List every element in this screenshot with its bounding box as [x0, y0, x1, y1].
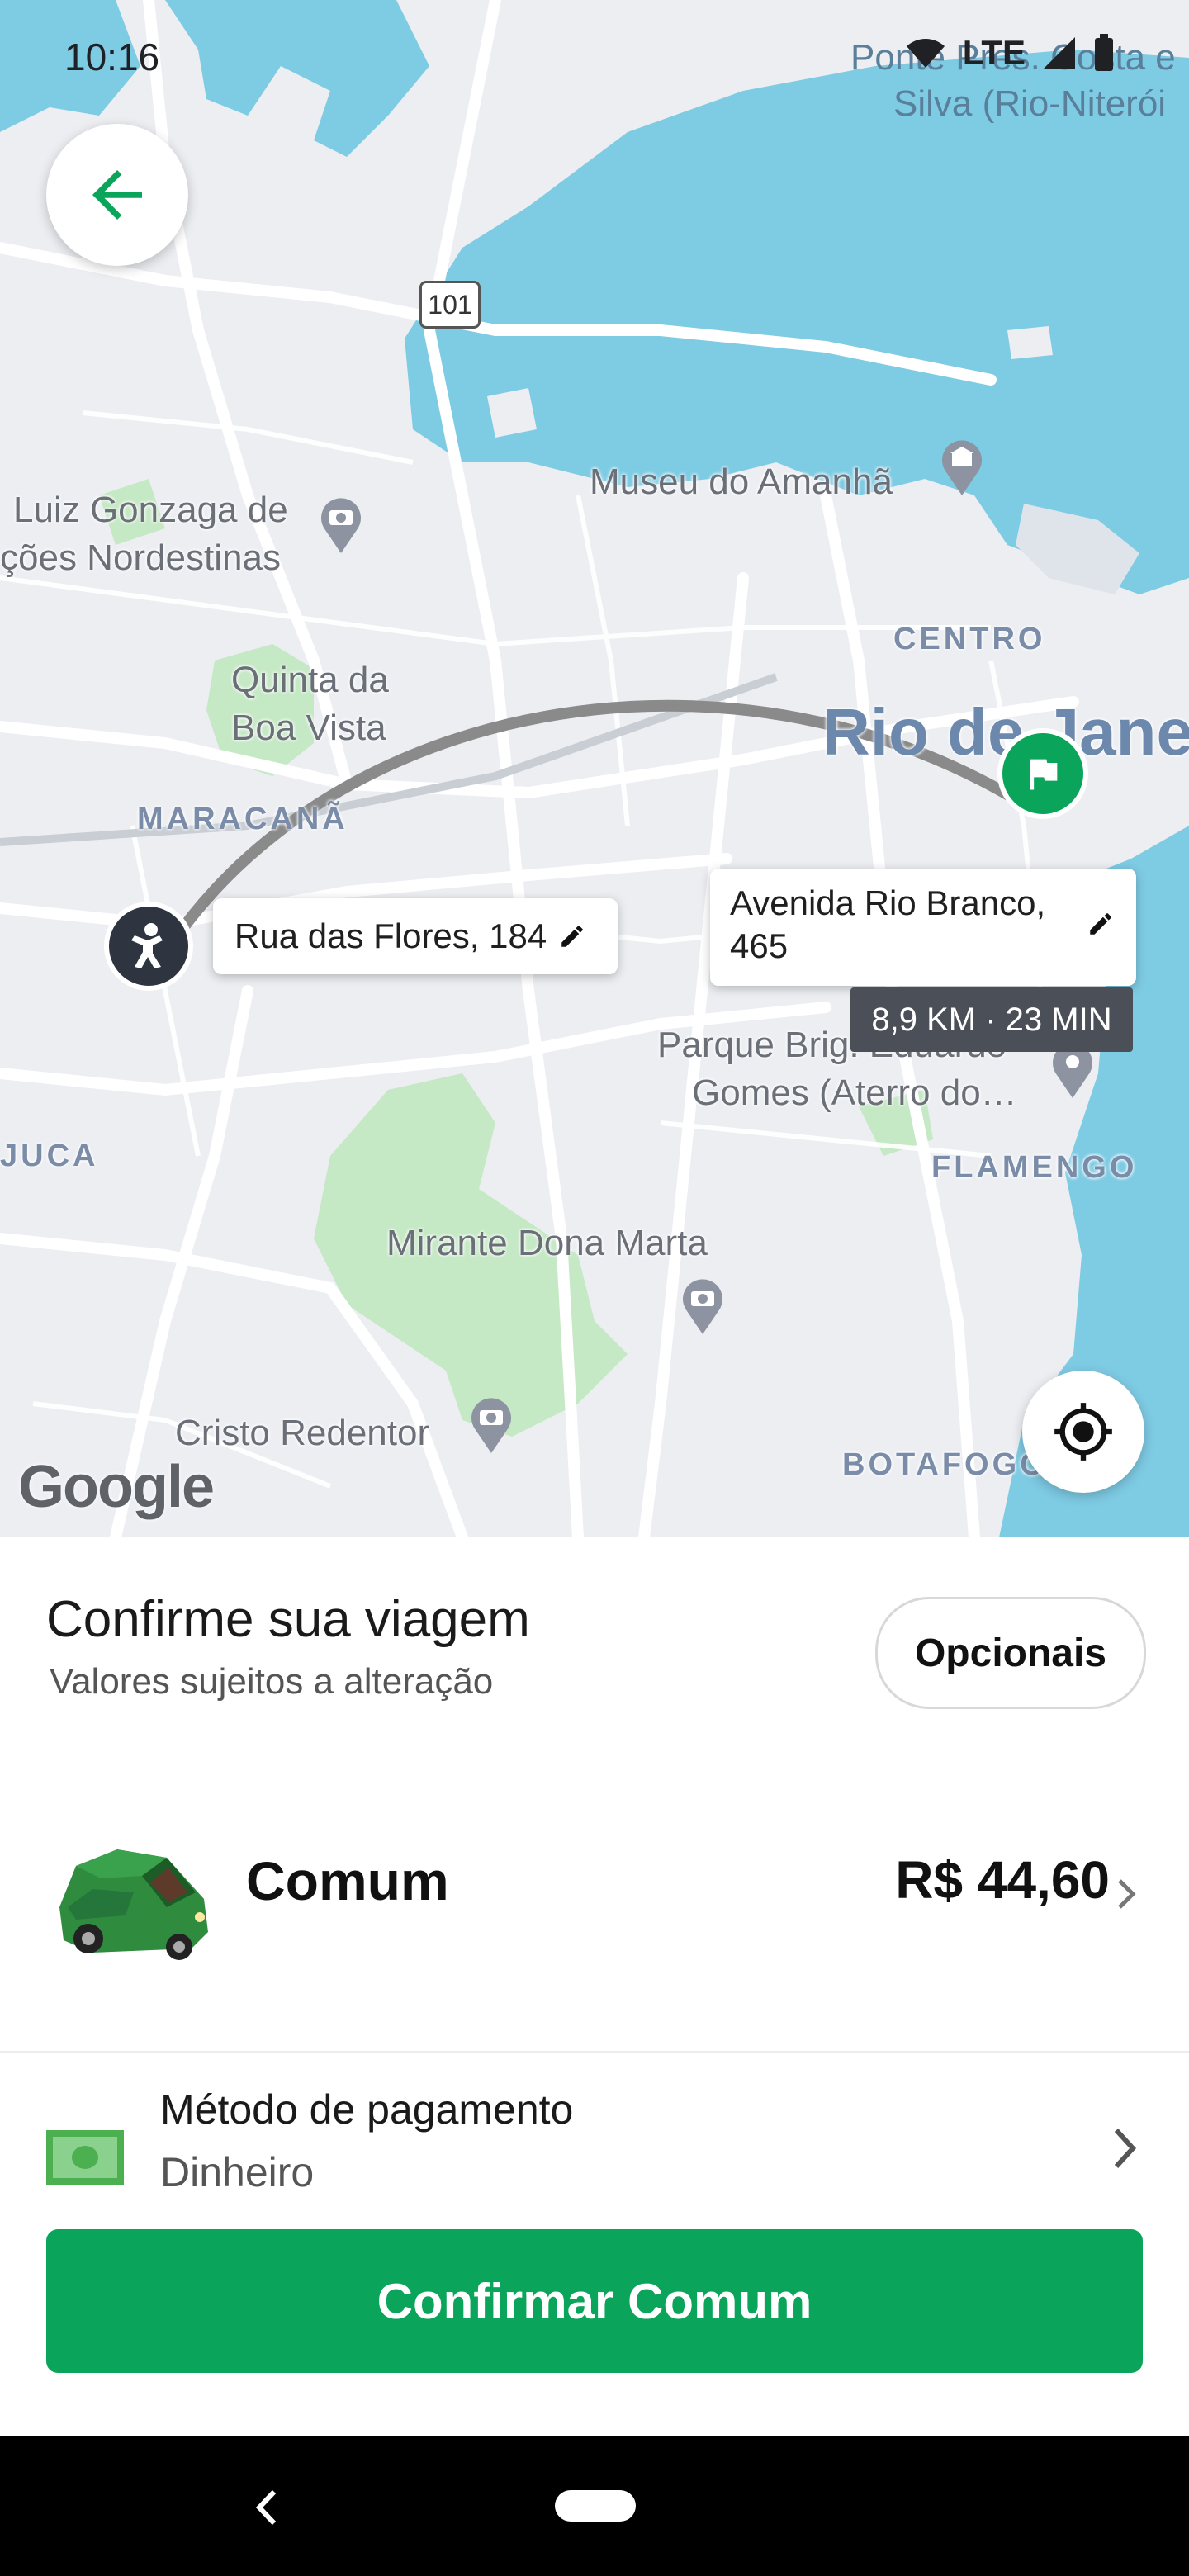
wifi-icon — [906, 39, 945, 68]
payment-method-value: Dinheiro — [160, 2149, 315, 2195]
map-label-juca: JUCA — [0, 1139, 99, 1173]
flag-icon — [1030, 759, 1058, 790]
my-location-button[interactable] — [1022, 1371, 1144, 1493]
sheet-title: Confirme sua viagem — [46, 1591, 530, 1648]
map-label-cristo: Cristo Redentor — [175, 1413, 430, 1453]
trip-distance-time: 8,9 KM · 23 MIN — [850, 987, 1133, 1052]
chevron-right-icon — [1114, 2128, 1137, 2169]
payment-method-row[interactable]: Método de pagamento Dinheiro — [0, 2066, 1189, 2231]
map-label-flamengo: FLAMENGO — [931, 1150, 1138, 1185]
google-logo: Google — [18, 1454, 215, 1520]
highway-shield: 101 — [419, 281, 481, 329]
destination-address-line2: 465 — [730, 926, 789, 965]
map-label-gonzaga-1: Luiz Gonzaga de — [13, 490, 288, 530]
origin-address-callout[interactable]: Rua das Flores, 184 — [213, 898, 618, 974]
map-label-maracana: MARACANÃ — [137, 802, 348, 836]
ride-name: Comum — [246, 1850, 449, 1911]
camera-poi-icon[interactable] — [317, 495, 365, 555]
map-label-mirante: Mirante Dona Marta — [386, 1223, 708, 1263]
confirm-ride-button[interactable]: Confirmar Comum — [46, 2229, 1143, 2373]
nav-back-icon[interactable] — [251, 2487, 284, 2528]
locate-icon — [1054, 1403, 1112, 1461]
map-view[interactable]: Ponte Pres. Costa e Silva (Rio-Niterói 1… — [0, 0, 1189, 1537]
passenger-icon — [131, 923, 163, 968]
origin-pin[interactable] — [104, 902, 193, 991]
destination-pin[interactable] — [997, 728, 1088, 819]
signal-icon — [1044, 37, 1075, 69]
battery-icon — [1095, 34, 1113, 71]
map-label-botafogo: BOTAFOGO — [842, 1447, 1048, 1482]
destination-address-line1: Avenida Rio Branco, — [730, 883, 1046, 922]
edit-icon[interactable] — [1087, 910, 1115, 938]
network-type: LTE — [962, 33, 1026, 72]
sheet-subtitle: Valores sujeitos a alteração — [50, 1661, 494, 1702]
map-label-museu: Museu do Amanhã — [590, 462, 893, 502]
chevron-right-icon — [1118, 1879, 1136, 1909]
origin-address-label: Rua das Flores, 184 — [234, 916, 547, 955]
map-label-centro: CENTRO — [893, 622, 1046, 656]
status-bar: 10:16 LTE — [0, 0, 1189, 116]
payment-method-label: Método de pagamento — [160, 2086, 574, 2133]
map-label-quinta-2: Boa Vista — [231, 708, 386, 748]
back-button[interactable] — [46, 124, 188, 266]
destination-address-callout[interactable]: Avenida Rio Branco, 465 — [710, 869, 1136, 986]
system-nav-bar — [0, 2436, 1189, 2576]
trip-confirmation-sheet: Confirme sua viagem Valores sujeitos a a… — [0, 1537, 1189, 2436]
museum-poi-icon[interactable] — [938, 438, 986, 497]
edit-icon[interactable] — [558, 922, 586, 950]
car-icon — [59, 1849, 208, 1960]
camera-poi-icon[interactable] — [467, 1395, 515, 1455]
ride-option[interactable]: Comum R$ 44,60 — [0, 1785, 1189, 2008]
ride-price: R$ 44,60 — [895, 1850, 1110, 1910]
camera-poi-icon[interactable] — [679, 1276, 727, 1336]
status-time: 10:16 — [64, 36, 160, 78]
home-pill[interactable] — [555, 2490, 636, 2522]
optional-button[interactable]: Opcionais — [875, 1597, 1146, 1709]
cash-icon — [46, 2130, 124, 2185]
map-label-gonzaga-2: ções Nordestinas — [0, 537, 281, 578]
back-arrow-icon — [92, 170, 142, 220]
map-label-quinta-1: Quinta da — [231, 660, 389, 700]
divider — [0, 2051, 1189, 2053]
map-label-parque-2: Gomes (Aterro do… — [692, 1073, 1017, 1113]
